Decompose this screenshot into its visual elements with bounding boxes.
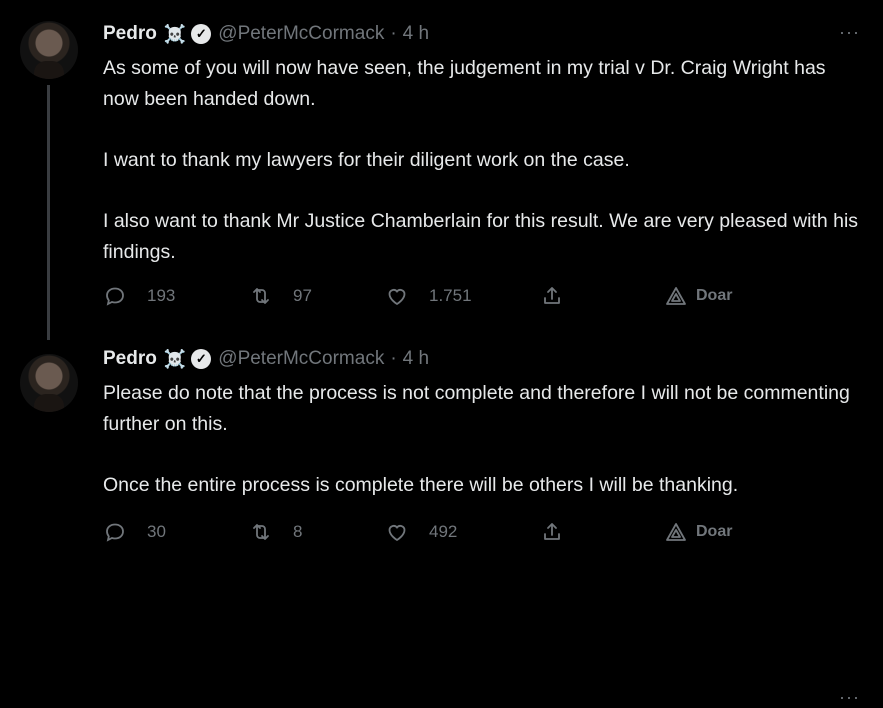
skull-crossbones-emoji-icon: ☠️ [163,23,187,44]
reply-button[interactable]: 193 [103,281,175,311]
retweet-icon [253,288,269,304]
reply-icon [106,287,124,306]
thread-connector-line [47,85,50,340]
tweet-actions: 193 97 1.751 Doar [103,281,803,311]
separator-dot: · [390,23,397,44]
more-icon[interactable]: ··· [839,687,860,708]
tweet-timestamp[interactable]: 4 h [403,23,429,45]
retweet-button[interactable]: 97 [249,281,312,311]
donate-icon [666,287,686,305]
tweet-paragraph: As some of you will now have seen, the j… [103,57,826,110]
tweet-text: As some of you will now have seen, the j… [103,53,863,268]
avatar[interactable] [20,354,78,412]
author-name[interactable]: Pedro [103,23,157,45]
donate-label: Doar [696,287,733,304]
like-icon [388,289,406,306]
like-button[interactable]: 1.751 [385,281,472,311]
reply-count: 193 [147,286,176,305]
share-icon [544,287,560,304]
share-button[interactable] [540,281,564,311]
author-handle[interactable]: @PeterMcCormack [218,23,384,45]
retweet-count: 97 [293,286,312,305]
tweet-paragraph: I also want to thank Mr Justice Chamberl… [103,210,859,263]
tweet-paragraph: I want to thank my lawyers for their dil… [103,149,630,171]
like-count: 1.751 [429,286,472,305]
avatar[interactable] [20,21,78,79]
tweet-header: Pedro ☠️ ✓ @PeterMcCormack · 4 h [103,21,429,47]
verified-badge-icon: ✓ [191,24,212,44]
more-icon[interactable]: ··· [839,22,860,43]
donate-button[interactable]: Doar [664,281,732,311]
tweet-2[interactable]: ··· [0,340,883,707]
tweet-1[interactable]: Pedro ☠️ ✓ @PeterMcCormack · 4 h ··· As … [0,0,883,340]
